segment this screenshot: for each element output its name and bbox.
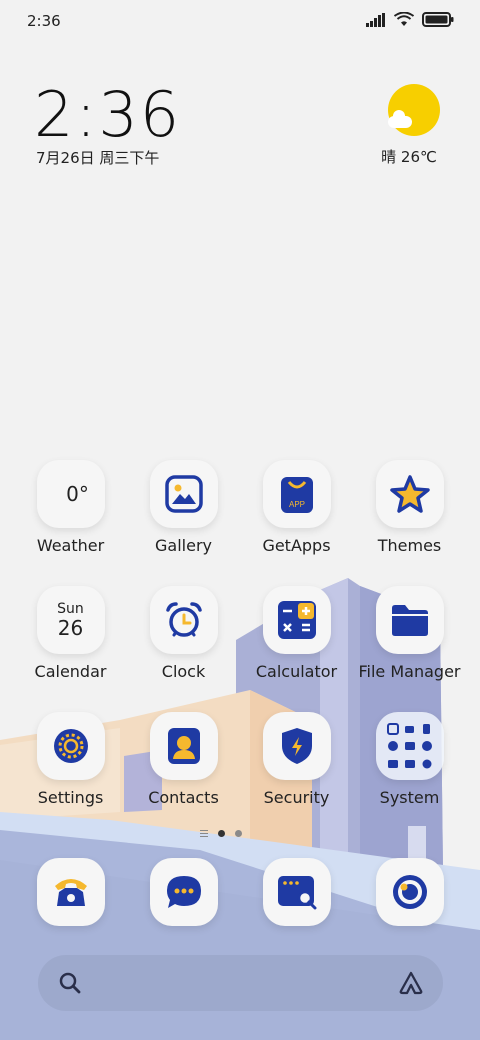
- app-label: System: [379, 788, 440, 807]
- folder-icon: [375, 586, 444, 654]
- app-themes[interactable]: Themes: [353, 460, 466, 555]
- app-label: Gallery: [155, 536, 212, 555]
- dock-camera[interactable]: [353, 858, 466, 926]
- gallery-icon: [149, 460, 218, 528]
- getapps-badge: APP: [288, 500, 304, 509]
- getapps-icon: APP: [262, 460, 331, 528]
- calendar-day: Sun: [57, 601, 84, 617]
- weather-icon: 0°: [36, 460, 105, 528]
- dock-messages[interactable]: [127, 858, 240, 926]
- app-security[interactable]: Security: [240, 712, 353, 807]
- sun-cloud-icon: [388, 84, 440, 136]
- clock-widget-date[interactable]: 7月26日 周三下午: [36, 147, 159, 168]
- search-icon: [59, 972, 81, 994]
- browser-icon: [262, 858, 331, 926]
- app-label: Calendar: [34, 662, 107, 681]
- app-file-manager[interactable]: File Manager: [353, 586, 466, 681]
- app-clock[interactable]: Clock: [127, 586, 240, 681]
- assistant-icon[interactable]: [397, 969, 425, 997]
- app-system[interactable]: System: [353, 712, 466, 807]
- calculator-icon: [262, 586, 331, 654]
- app-label: Clock: [161, 662, 206, 681]
- wifi-icon: [394, 12, 414, 26]
- dock-phone[interactable]: [14, 858, 127, 926]
- messages-icon: [149, 858, 218, 926]
- app-calculator[interactable]: Calculator: [240, 586, 353, 681]
- dock-browser[interactable]: [240, 858, 353, 926]
- app-settings[interactable]: Settings: [14, 712, 127, 807]
- calendar-icon: Sun 26: [36, 586, 105, 654]
- status-bar: 2:36: [0, 0, 480, 42]
- weather-temp: 0°: [66, 482, 89, 506]
- app-label: Contacts: [148, 788, 219, 807]
- folder-grid-icon: [375, 712, 444, 780]
- clock-widget-time[interactable]: 2:36: [34, 78, 181, 151]
- app-label: Calculator: [255, 662, 338, 681]
- app-label: File Manager: [358, 662, 461, 681]
- shield-icon: [262, 712, 331, 780]
- page-indicator[interactable]: [200, 830, 242, 837]
- app-label: Themes: [377, 536, 442, 555]
- signal-icon: [366, 12, 385, 27]
- app-weather[interactable]: 0° Weather: [14, 460, 127, 555]
- app-gallery[interactable]: Gallery: [127, 460, 240, 555]
- status-time: 2:36: [27, 12, 61, 30]
- page-dot: [235, 830, 242, 837]
- contact-card-icon: [149, 712, 218, 780]
- app-label: Security: [263, 788, 330, 807]
- app-label: Settings: [37, 788, 104, 807]
- app-getapps[interactable]: APP GetApps: [240, 460, 353, 555]
- phone-icon: [36, 858, 105, 926]
- alarm-clock-icon: [149, 586, 218, 654]
- app-label: Weather: [36, 536, 105, 555]
- star-icon: [375, 460, 444, 528]
- app-calendar[interactable]: Sun 26 Calendar: [14, 586, 127, 681]
- camera-icon: [375, 858, 444, 926]
- app-contacts[interactable]: Contacts: [127, 712, 240, 807]
- page-dot-active: [218, 830, 225, 837]
- weather-widget-text: 晴 26℃: [381, 148, 437, 166]
- gear-icon: [36, 712, 105, 780]
- search-bar[interactable]: [38, 955, 443, 1011]
- battery-icon: [422, 12, 454, 27]
- menu-lines-icon: [200, 830, 208, 837]
- weather-widget[interactable]: 晴 26℃: [381, 84, 444, 167]
- app-label: GetApps: [262, 536, 331, 555]
- calendar-date: 26: [57, 616, 84, 640]
